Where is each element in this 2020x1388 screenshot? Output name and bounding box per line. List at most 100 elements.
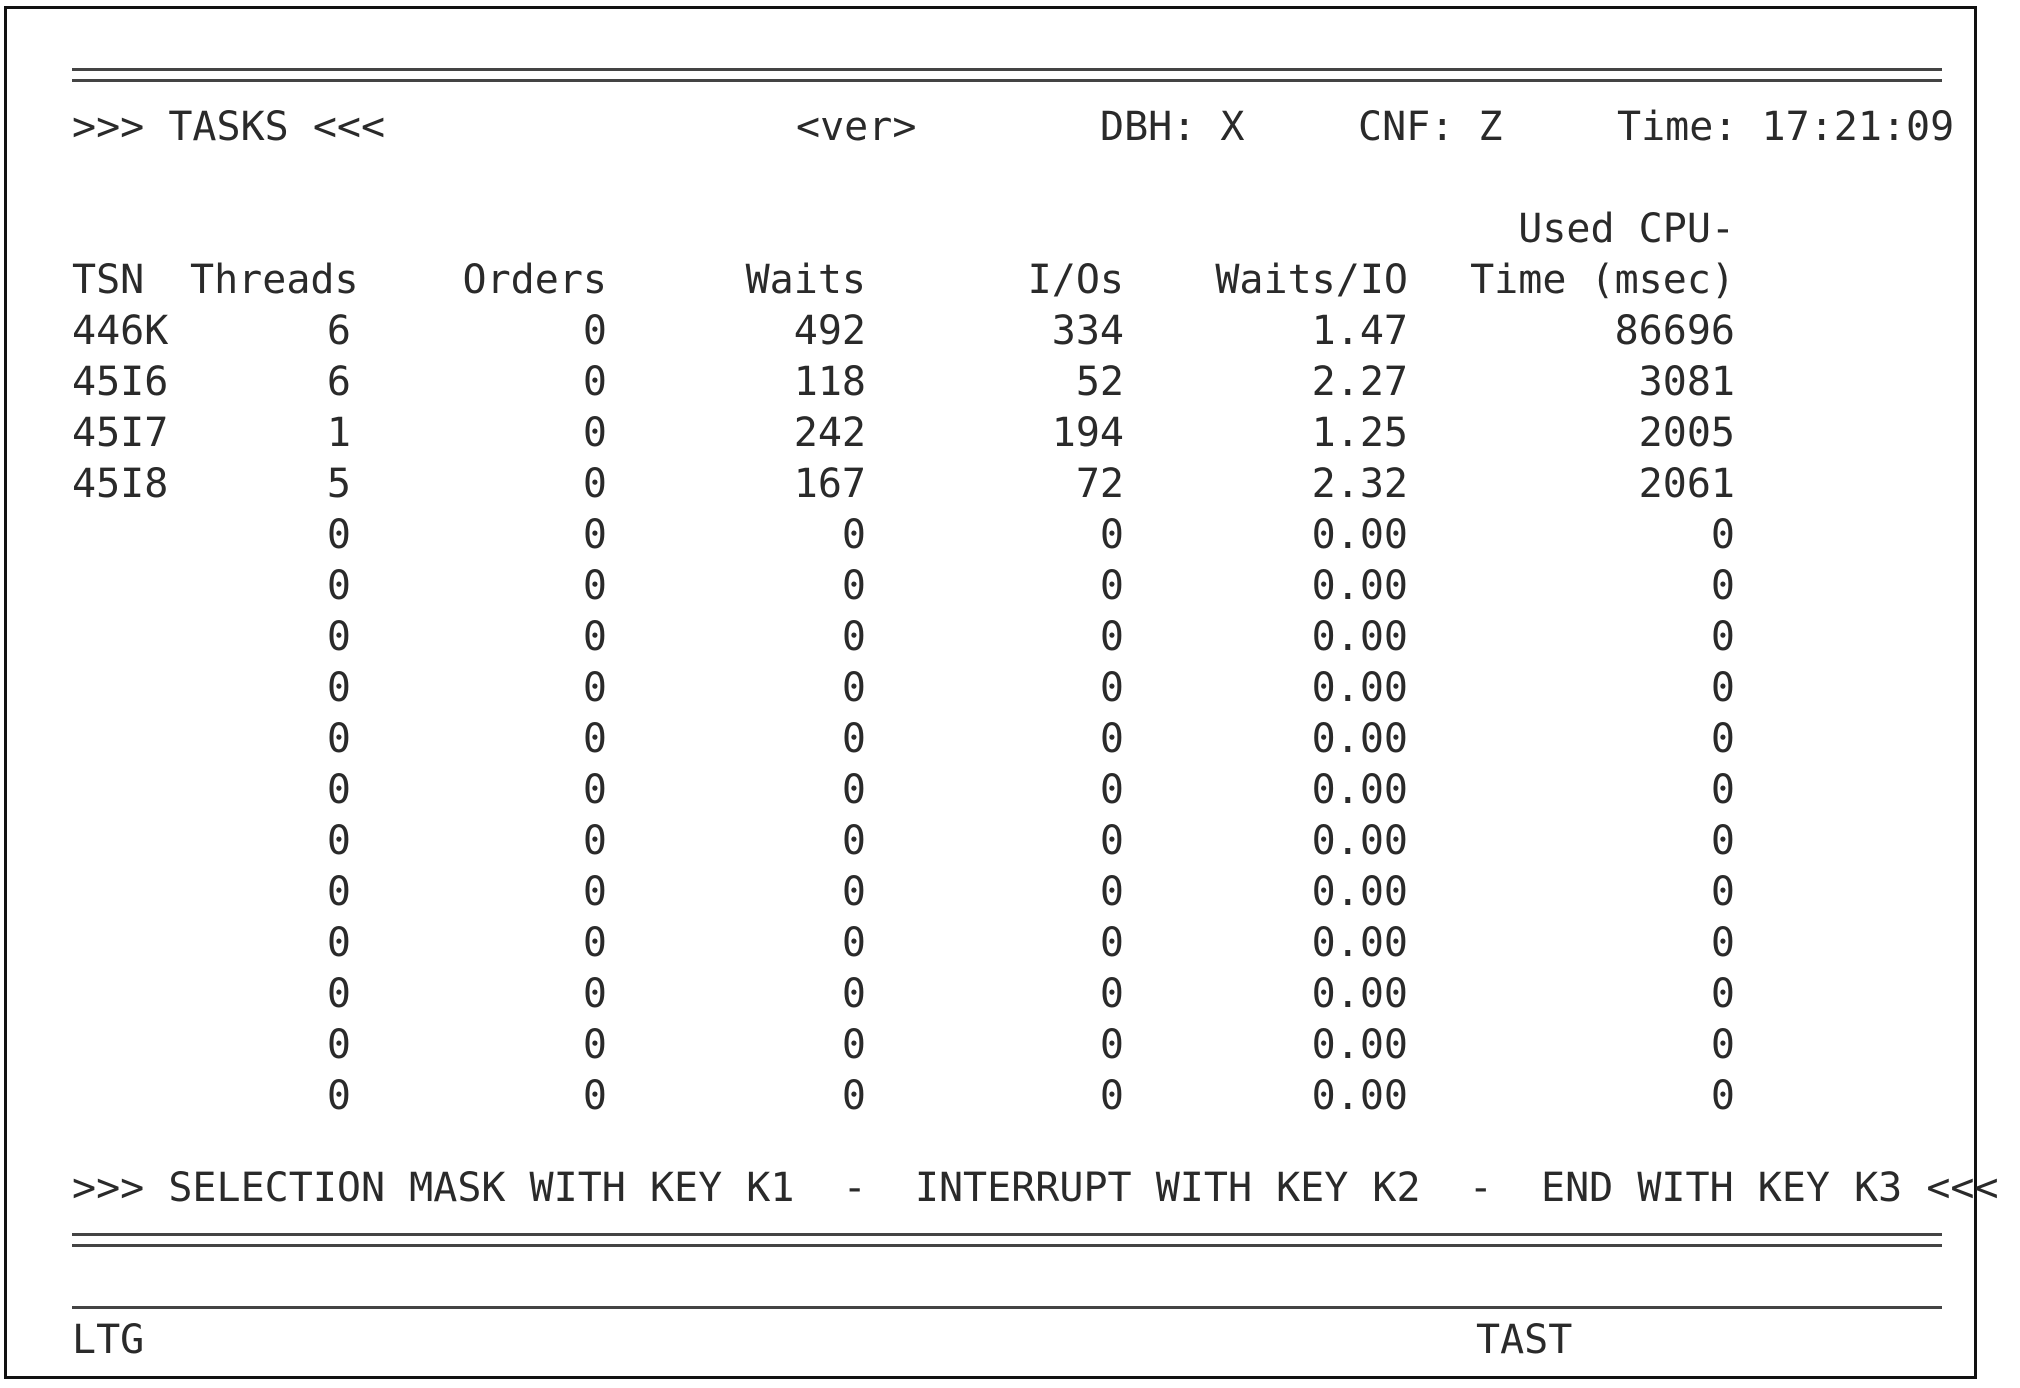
waits-cell: 0 — [841, 1073, 866, 1119]
tsn-cell: 446K — [72, 308, 169, 354]
waits-io-cell: 0.00 — [1311, 665, 1408, 711]
threads-cell: 0 — [326, 563, 351, 609]
column-header-threads: Threads — [190, 257, 359, 303]
orders-cell: 0 — [582, 359, 607, 405]
waits-cell: 0 — [841, 512, 866, 558]
waits-cell: 0 — [841, 563, 866, 609]
cnf-label: CNF: Z — [1358, 104, 1503, 150]
ios-cell: 0 — [1099, 614, 1124, 660]
waits-cell: 0 — [841, 869, 866, 915]
waits-cell: 0 — [841, 971, 866, 1017]
tsn-cell: 45I8 — [72, 461, 169, 507]
waits-cell: 0 — [841, 1022, 866, 1068]
waits-io-cell: 1.47 — [1311, 308, 1408, 354]
orders-cell: 0 — [582, 461, 607, 507]
cpu-time-cell: 0 — [1710, 614, 1735, 660]
orders-cell: 0 — [582, 1022, 607, 1068]
column-header-ios: I/Os — [1027, 257, 1124, 303]
waits-cell: 0 — [841, 767, 866, 813]
threads-cell: 5 — [326, 461, 351, 507]
column-header-orders: Orders — [462, 257, 608, 303]
orders-cell: 0 — [582, 767, 607, 813]
threads-cell: 0 — [326, 869, 351, 915]
cpu-time-cell: 0 — [1710, 563, 1735, 609]
waits-io-cell: 2.27 — [1311, 359, 1408, 405]
threads-cell: 0 — [326, 1073, 351, 1119]
cpu-time-cell: 0 — [1710, 869, 1735, 915]
column-header-waits-io: Waits/IO — [1215, 257, 1408, 303]
ios-cell: 0 — [1099, 1022, 1124, 1068]
orders-cell: 0 — [582, 971, 607, 1017]
ios-cell: 72 — [1075, 461, 1124, 507]
waits-io-cell: 0.00 — [1311, 971, 1408, 1017]
status-separator — [72, 1306, 1942, 1309]
tsn-cell: 45I6 — [72, 359, 169, 405]
ios-cell: 0 — [1099, 920, 1124, 966]
dbh-label: DBH: X — [1100, 104, 1245, 150]
waits-io-cell: 0.00 — [1311, 767, 1408, 813]
threads-cell: 0 — [326, 665, 351, 711]
status-left: LTG — [72, 1317, 145, 1363]
ios-cell: 194 — [1051, 410, 1124, 456]
waits-cell: 0 — [841, 614, 866, 660]
ios-cell: 0 — [1099, 818, 1124, 864]
ios-cell: 0 — [1099, 563, 1124, 609]
cpu-time-cell: 86696 — [1614, 308, 1735, 354]
orders-cell: 0 — [582, 614, 607, 660]
waits-io-cell: 1.25 — [1311, 410, 1408, 456]
cpu-time-cell: 0 — [1710, 971, 1735, 1017]
waits-io-cell: 0.00 — [1311, 614, 1408, 660]
waits-cell: 0 — [841, 716, 866, 762]
threads-cell: 0 — [326, 1022, 351, 1068]
threads-cell: 1 — [326, 410, 351, 456]
time-label: Time: 17:21:09 — [1617, 104, 1955, 150]
cpu-time-cell: 0 — [1710, 920, 1735, 966]
cpu-time-cell: 0 — [1710, 665, 1735, 711]
ios-cell: 52 — [1075, 359, 1124, 405]
threads-cell: 0 — [326, 614, 351, 660]
column-header-cpu-line1: Used CPU- — [1518, 206, 1735, 252]
key-help-line: >>> SELECTION MASK WITH KEY K1 - INTERRU… — [72, 1165, 1999, 1211]
cpu-time-cell: 3081 — [1638, 359, 1735, 405]
ios-cell: 0 — [1099, 665, 1124, 711]
bottom-divider — [72, 1233, 1942, 1247]
waits-io-cell: 0.00 — [1311, 869, 1408, 915]
orders-cell: 0 — [582, 818, 607, 864]
waits-io-cell: 0.00 — [1311, 512, 1408, 558]
column-header-tsn: TSN — [72, 257, 145, 303]
orders-cell: 0 — [582, 665, 607, 711]
waits-io-cell: 0.00 — [1311, 1073, 1408, 1119]
ios-cell: 0 — [1099, 767, 1124, 813]
orders-cell: 0 — [582, 563, 607, 609]
orders-cell: 0 — [582, 512, 607, 558]
threads-cell: 0 — [326, 971, 351, 1017]
version-label: <ver> — [796, 104, 917, 150]
orders-cell: 0 — [582, 308, 607, 354]
column-header-cpu-line2: Time (msec) — [1470, 257, 1735, 303]
cpu-time-cell: 0 — [1710, 512, 1735, 558]
waits-io-cell: 0.00 — [1311, 716, 1408, 762]
orders-cell: 0 — [582, 410, 607, 456]
waits-io-cell: 0.00 — [1311, 1022, 1408, 1068]
threads-cell: 0 — [326, 920, 351, 966]
waits-io-cell: 0.00 — [1311, 818, 1408, 864]
threads-cell: 6 — [326, 308, 351, 354]
ios-cell: 0 — [1099, 716, 1124, 762]
threads-cell: 0 — [326, 818, 351, 864]
threads-cell: 0 — [326, 716, 351, 762]
ios-cell: 334 — [1051, 308, 1124, 354]
top-divider — [72, 68, 1942, 82]
waits-cell: 0 — [841, 920, 866, 966]
ios-cell: 0 — [1099, 512, 1124, 558]
status-right: TAST — [1476, 1317, 1573, 1363]
ios-cell: 0 — [1099, 1073, 1124, 1119]
waits-cell: 167 — [793, 461, 866, 507]
cpu-time-cell: 0 — [1710, 1022, 1735, 1068]
cpu-time-cell: 2061 — [1638, 461, 1735, 507]
waits-io-cell: 2.32 — [1311, 461, 1408, 507]
waits-cell: 242 — [793, 410, 866, 456]
waits-cell: 0 — [841, 665, 866, 711]
tsn-cell: 45I7 — [72, 410, 169, 456]
screen-title: >>> TASKS <<< — [72, 104, 386, 150]
waits-cell: 0 — [841, 818, 866, 864]
